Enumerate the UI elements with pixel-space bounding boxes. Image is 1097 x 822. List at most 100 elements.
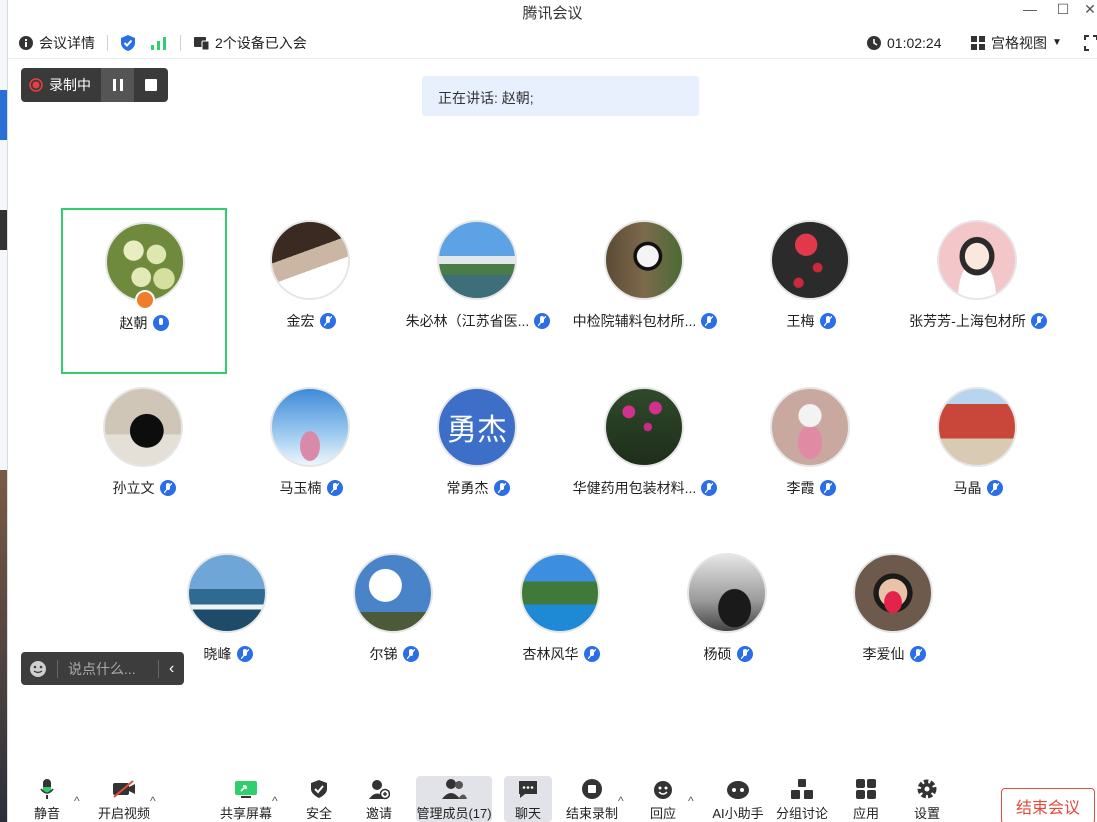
speaking-indicator: 正在讲话: 赵朝; bbox=[422, 76, 699, 116]
microphone-icon bbox=[40, 778, 54, 799]
host-badge-icon bbox=[135, 290, 155, 310]
breakout-rooms-button[interactable]: 分组讨论 bbox=[774, 776, 830, 822]
participant-name: 晓峰 bbox=[203, 646, 232, 662]
participant-tile[interactable]: 孙立文 bbox=[61, 375, 227, 541]
chevron-up-icon[interactable]: ^ bbox=[272, 794, 278, 808]
shield-icon[interactable] bbox=[120, 34, 136, 52]
participant-tile[interactable]: 马晶 bbox=[895, 375, 1061, 541]
stop-record-icon bbox=[582, 778, 602, 799]
devices-joined-label: 2个设备已入会 bbox=[215, 34, 307, 51]
participant-tile[interactable]: 张芳芳-上海包材所 bbox=[895, 208, 1061, 374]
ai-assistant-icon bbox=[727, 780, 749, 799]
start-video-button[interactable]: 开启视频 bbox=[96, 776, 152, 822]
participant-name: 王梅 bbox=[786, 313, 815, 329]
close-icon[interactable]: ✕ bbox=[1080, 1, 1097, 18]
mic-off-icon bbox=[986, 480, 1003, 496]
participant-tile[interactable]: 李霞 bbox=[728, 375, 894, 541]
pause-recording-button[interactable] bbox=[101, 68, 134, 102]
participant-tile[interactable]: 华健药用包装材料... bbox=[562, 375, 728, 541]
participant-tile[interactable]: 王梅 bbox=[728, 208, 894, 374]
react-label: 回应 bbox=[649, 806, 676, 821]
minimize-icon[interactable]: — bbox=[1020, 1, 1040, 17]
participant-tile[interactable]: 杏林风华 bbox=[478, 541, 644, 707]
stop-recording-toolbar-button[interactable]: 结束录制 bbox=[564, 776, 620, 822]
chat-button[interactable]: 聊天 bbox=[504, 776, 552, 822]
settings-button[interactable]: 设置 bbox=[911, 776, 943, 822]
breakout-rooms-label: 分组讨论 bbox=[775, 806, 828, 821]
chat-quick-input[interactable]: 说点什么... ‹ bbox=[21, 652, 184, 685]
chevron-left-icon[interactable]: ‹ bbox=[169, 660, 174, 678]
avatar bbox=[770, 387, 850, 467]
pause-icon bbox=[112, 79, 123, 91]
participant-tile[interactable]: 李爱仙 bbox=[811, 541, 977, 707]
avatar bbox=[270, 387, 350, 467]
participant-tile[interactable]: 中检院辅料包材所... bbox=[562, 208, 728, 374]
mic-off-icon bbox=[701, 313, 718, 329]
stop-recording-button[interactable] bbox=[134, 68, 167, 102]
elapsed-time: 01:02:24 bbox=[887, 34, 942, 51]
participant-tile[interactable]: 金宏 bbox=[228, 208, 394, 374]
chevron-up-icon[interactable]: ^ bbox=[150, 794, 156, 808]
participant-name: 孙立文 bbox=[112, 480, 155, 496]
ai-assistant-button[interactable]: AI小助手 bbox=[708, 776, 768, 822]
recording-bar: 录制中 bbox=[21, 68, 168, 102]
mic-off-icon bbox=[736, 646, 753, 662]
mic-off-icon bbox=[583, 646, 600, 662]
avatar: 勇杰 bbox=[437, 387, 517, 467]
manage-members-button[interactable]: 管理成员(17) bbox=[416, 776, 492, 822]
participant-tile[interactable]: 杨硕 bbox=[645, 541, 811, 707]
mic-icon bbox=[152, 315, 169, 331]
avatar bbox=[270, 220, 350, 300]
apps-button[interactable]: 应用 bbox=[850, 776, 882, 822]
signal-icon[interactable] bbox=[150, 35, 168, 51]
grid-view-icon bbox=[971, 35, 985, 50]
fullscreen-icon[interactable] bbox=[1084, 34, 1097, 51]
meeting-details-button[interactable]: 会议详情 bbox=[18, 33, 95, 53]
participant-tile[interactable]: 赵朝 bbox=[61, 208, 227, 374]
view-mode-dropdown[interactable]: 宫格视图 ▼ bbox=[970, 33, 1062, 53]
mic-off-icon bbox=[236, 646, 253, 662]
emoji-icon[interactable] bbox=[29, 660, 47, 678]
mic-off-icon bbox=[159, 480, 176, 496]
participant-name: 朱必林（江苏省医... bbox=[405, 313, 530, 329]
chevron-up-icon[interactable]: ^ bbox=[618, 794, 624, 808]
invite-label: 邀请 bbox=[365, 806, 392, 821]
chat-placeholder: 说点什么... bbox=[68, 660, 136, 677]
participant-name: 李爱仙 bbox=[862, 646, 905, 662]
share-screen-button[interactable]: 共享屏幕 bbox=[218, 776, 274, 822]
shield-icon bbox=[311, 779, 327, 798]
chevron-up-icon[interactable]: ^ bbox=[688, 794, 694, 808]
end-meeting-button[interactable]: 结束会议 bbox=[1001, 788, 1095, 822]
devices-joined-button[interactable]: 2个设备已入会 bbox=[193, 33, 307, 53]
maximize-icon[interactable]: ☐ bbox=[1053, 1, 1073, 18]
participant-tile[interactable]: 尔锑 bbox=[311, 541, 477, 707]
add-user-icon bbox=[369, 779, 390, 799]
avatar bbox=[520, 553, 600, 633]
chat-label: 聊天 bbox=[514, 806, 541, 821]
invite-button[interactable]: 邀请 bbox=[363, 776, 395, 822]
recording-label: 录制中 bbox=[49, 77, 91, 93]
avatar bbox=[187, 553, 267, 633]
mute-button[interactable]: 静音 bbox=[30, 776, 64, 822]
members-icon bbox=[442, 778, 467, 799]
participant-tile[interactable]: 朱必林（江苏省医... bbox=[395, 208, 561, 374]
react-button[interactable]: 回应 bbox=[646, 776, 680, 822]
meeting-info-bar: 会议详情 2个设备已入会 01:02:24 宫格视图 ▼ bbox=[8, 27, 1097, 59]
participant-tile[interactable]: 勇杰 常勇杰 bbox=[395, 375, 561, 541]
mic-off-icon bbox=[402, 646, 419, 662]
recording-status: 录制中 bbox=[21, 75, 101, 95]
avatar bbox=[853, 553, 933, 633]
record-dot-icon bbox=[29, 78, 43, 92]
chevron-up-icon[interactable]: ^ bbox=[74, 794, 80, 808]
participant-name: 华健药用包装材料... bbox=[572, 480, 697, 496]
info-icon bbox=[19, 35, 33, 50]
participant-tile[interactable]: 马玉楠 bbox=[228, 375, 394, 541]
chat-icon bbox=[519, 780, 537, 798]
breakout-icon bbox=[791, 778, 813, 799]
avatar bbox=[937, 387, 1017, 467]
stop-icon bbox=[144, 79, 157, 91]
participant-name: 常勇杰 bbox=[446, 480, 489, 496]
apps-icon bbox=[856, 778, 876, 799]
security-button[interactable]: 安全 bbox=[303, 776, 335, 822]
participant-name: 金宏 bbox=[286, 313, 315, 329]
